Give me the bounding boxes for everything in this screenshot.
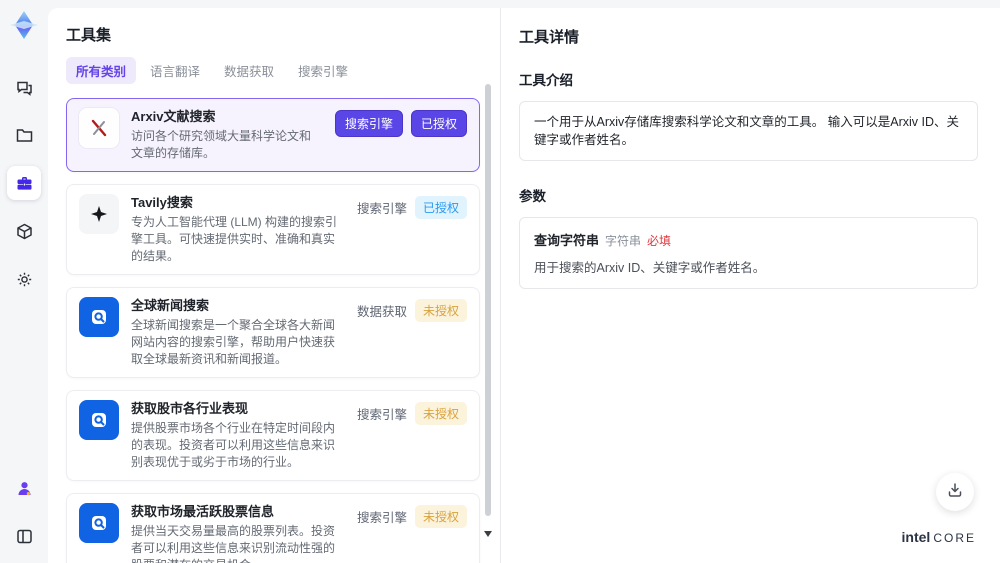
tool-title: 获取股市各行业表现 bbox=[131, 401, 249, 416]
intel-core-logo: intel CORE bbox=[902, 529, 976, 545]
tool-intro-text: 一个用于从Arxiv存储库搜索科学论文和文章的工具。 输入可以是Arxiv ID… bbox=[519, 101, 978, 161]
avatar-icon bbox=[15, 479, 34, 498]
sidebar-item-settings[interactable] bbox=[7, 262, 41, 296]
status-badge-authorized: 已授权 bbox=[414, 196, 467, 219]
sidebar-item-chat[interactable] bbox=[7, 70, 41, 104]
tab-all-categories[interactable]: 所有类别 bbox=[66, 57, 137, 84]
chat-icon bbox=[15, 78, 34, 97]
category-tabs: 所有类别 语言翻译 数据获取 搜索引擎 bbox=[66, 57, 480, 84]
parameter-item: 查询字符串 字符串 必填 用于搜索的Arxiv ID、关键字或作者姓名。 bbox=[519, 217, 978, 289]
category-chip[interactable]: 搜索引擎 bbox=[334, 110, 403, 137]
param-description: 用于搜索的Arxiv ID、关键字或作者姓名。 bbox=[534, 261, 766, 275]
page-title: 工具集 bbox=[66, 27, 112, 44]
param-name: 查询字符串 bbox=[534, 233, 600, 248]
intel-wordmark: intel bbox=[901, 529, 931, 545]
briefcase-icon bbox=[15, 174, 34, 193]
sidebar-item-packages[interactable] bbox=[7, 214, 41, 248]
category-label: 搜索引擎 bbox=[356, 202, 407, 216]
tool-description: 提供股票市场各个行业在特定时间段内的表现。投资者可以利用这些信息来识别表现优于或… bbox=[131, 421, 336, 469]
tool-description: 全球新闻搜索是一个聚合全球各大新闻网站内容的搜索引擎，帮助用户快速获取全球最新资… bbox=[131, 318, 336, 366]
download-button[interactable] bbox=[936, 473, 974, 511]
scroll-down-arrow-icon[interactable] bbox=[484, 531, 492, 537]
tool-card-active-stocks[interactable]: 获取市场最活跃股票信息 提供当天交易量最高的股票列表。投资者可以利用这些信息来识… bbox=[66, 493, 480, 563]
sidebar-item-account[interactable] bbox=[7, 471, 41, 505]
tool-description: 提供当天交易量最高的股票列表。投资者可以利用这些信息来识别流动性强的股票和潜在的… bbox=[131, 524, 336, 563]
tab-search-engine[interactable]: 搜索引擎 bbox=[288, 57, 358, 84]
tool-title: 获取市场最活跃股票信息 bbox=[131, 504, 275, 519]
tool-card-tavily[interactable]: Tavily搜索 专为人工智能代理 (LLM) 构建的搜索引擎工具。可快速提供实… bbox=[66, 184, 480, 275]
tool-title: 全球新闻搜索 bbox=[131, 298, 210, 313]
app-logo bbox=[7, 8, 41, 42]
category-label: 搜索引擎 bbox=[356, 408, 407, 422]
main-content: 工具集 所有类别 语言翻译 数据获取 搜索引擎 Arxiv文献搜索 访问各个研究… bbox=[48, 8, 1000, 563]
tool-description: 访问各个研究领域大量科学论文和文章的存储库。 bbox=[131, 129, 312, 160]
intro-heading: 工具介绍 bbox=[519, 73, 573, 88]
tool-title: Arxiv文献搜索 bbox=[131, 109, 216, 124]
sidebar bbox=[0, 0, 48, 563]
tool-card-list: Arxiv文献搜索 访问各个研究领域大量科学论文和文章的存储库。 搜索引擎 已授… bbox=[66, 98, 480, 563]
category-label: 数据获取 bbox=[356, 305, 407, 319]
tool-title: Tavily搜索 bbox=[131, 195, 193, 210]
app-window: 工具集 所有类别 语言翻译 数据获取 搜索引擎 Arxiv文献搜索 访问各个研究… bbox=[0, 0, 1000, 563]
list-scrollbar-thumb[interactable] bbox=[485, 84, 491, 516]
sidebar-item-tools[interactable] bbox=[7, 166, 41, 200]
status-badge-unauthorized: 未授权 bbox=[414, 402, 467, 425]
folder-icon bbox=[15, 126, 34, 145]
core-wordmark: CORE bbox=[933, 531, 976, 545]
sidebar-item-collapse[interactable] bbox=[7, 519, 41, 553]
tool-card-stock-sector[interactable]: 获取股市各行业表现 提供股票市场各个行业在特定时间段内的表现。投资者可以利用这些… bbox=[66, 390, 480, 481]
param-required-badge: 必填 bbox=[647, 234, 672, 248]
cube-icon bbox=[15, 222, 34, 241]
news-search-icon bbox=[79, 297, 119, 337]
param-type: 字符串 bbox=[605, 234, 642, 248]
detail-title: 工具详情 bbox=[519, 29, 580, 46]
tab-language-translation[interactable]: 语言翻译 bbox=[140, 57, 210, 84]
tool-card-arxiv[interactable]: Arxiv文献搜索 访问各个研究领域大量科学论文和文章的存储库。 搜索引擎 已授… bbox=[66, 98, 480, 172]
tool-detail-panel: 工具详情 工具介绍 一个用于从Arxiv存储库搜索科学论文和文章的工具。 输入可… bbox=[501, 8, 1000, 563]
tool-list-panel: 工具集 所有类别 语言翻译 数据获取 搜索引擎 Arxiv文献搜索 访问各个研究… bbox=[48, 8, 500, 563]
panel-toggle-icon bbox=[15, 527, 34, 546]
tool-description: 专为人工智能代理 (LLM) 构建的搜索引擎工具。可快速提供实时、准确和真实的结… bbox=[131, 215, 338, 263]
status-badge-unauthorized: 未授权 bbox=[414, 299, 467, 322]
arxiv-icon bbox=[79, 108, 119, 148]
tool-card-global-news[interactable]: 全球新闻搜索 全球新闻搜索是一个聚合全球各大新闻网站内容的搜索引擎，帮助用户快速… bbox=[66, 287, 480, 378]
stock-search-icon bbox=[79, 503, 119, 543]
status-chip-authorized[interactable]: 已授权 bbox=[410, 110, 467, 137]
stock-search-icon bbox=[79, 400, 119, 440]
params-heading: 参数 bbox=[519, 189, 546, 204]
tab-data-fetch[interactable]: 数据获取 bbox=[214, 57, 284, 84]
sidebar-item-files[interactable] bbox=[7, 118, 41, 152]
download-icon bbox=[946, 481, 964, 504]
category-label: 搜索引擎 bbox=[356, 511, 407, 525]
status-badge-unauthorized: 未授权 bbox=[414, 505, 467, 528]
gear-icon bbox=[15, 270, 34, 289]
tavily-star-icon bbox=[79, 194, 119, 234]
